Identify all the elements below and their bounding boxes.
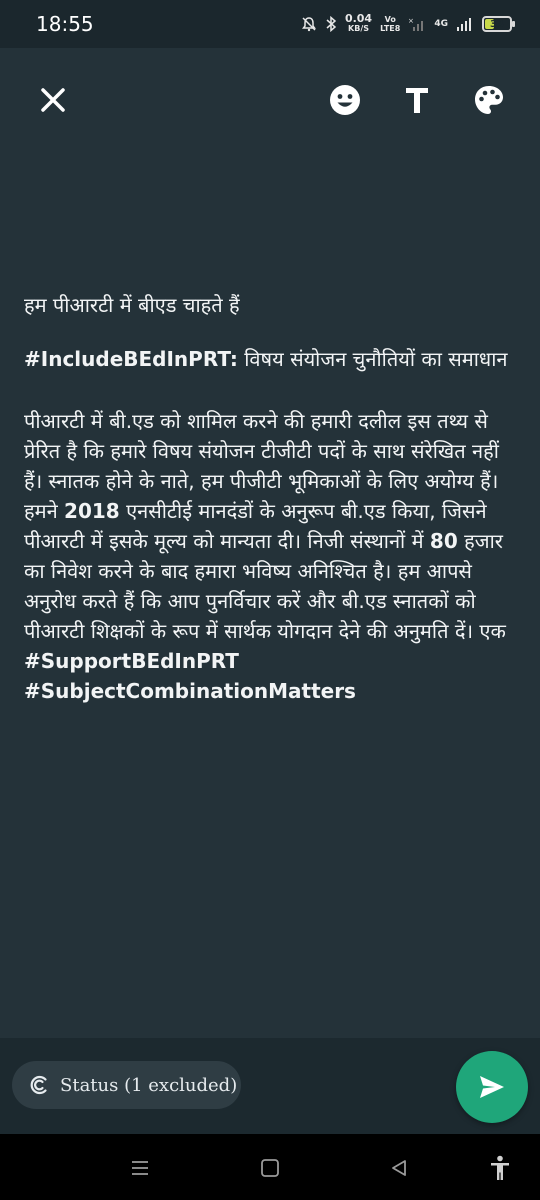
body-year: 2018 xyxy=(64,499,120,523)
editor-toolbar xyxy=(0,48,540,152)
hashtag-2: #SubjectCombinationMatters xyxy=(24,679,356,703)
status-body: पीआरटी में बी.एड को शामिल करने की हमारी … xyxy=(24,406,520,646)
status-audience-chip[interactable]: Status (1 excluded) xyxy=(12,1061,241,1109)
send-button[interactable] xyxy=(456,1051,528,1123)
accessibility-button[interactable] xyxy=(482,1150,518,1186)
emoji-icon xyxy=(330,85,360,115)
mute-icon xyxy=(301,16,317,32)
nav-recents-button[interactable] xyxy=(122,1150,158,1186)
hashtag-heading: #IncludeBEdInPRT: xyxy=(24,347,238,371)
hashtag-1: #SupportBEdInPRT xyxy=(24,649,239,673)
volte-top: Vo xyxy=(384,15,396,24)
system-navigation-bar xyxy=(0,1134,540,1200)
back-triangle-icon xyxy=(392,1160,406,1176)
network-type-label: 4G xyxy=(434,19,448,29)
signal-icon: × xyxy=(408,16,426,32)
battery-level: 33 xyxy=(490,18,504,30)
clock: 18:55 xyxy=(36,12,94,36)
status-title: हम पीआरटी में बीएड चाहते हैं xyxy=(24,293,240,317)
subtitle-text: विषय संयोजन चुनौतियों का समाधान xyxy=(237,347,508,371)
close-button[interactable] xyxy=(31,78,75,122)
nav-home-button[interactable] xyxy=(252,1150,288,1186)
bluetooth-icon xyxy=(325,16,337,32)
color-palette-icon xyxy=(475,86,503,114)
net-speed-unit: KB/S xyxy=(348,24,369,33)
menu-icon xyxy=(132,1161,148,1175)
net-speed-value: 0.04 xyxy=(344,12,373,25)
network-type: 4G xyxy=(434,19,448,29)
svg-text:×: × xyxy=(408,17,414,25)
home-square-icon xyxy=(261,1159,279,1177)
nav-back-button[interactable] xyxy=(381,1150,417,1186)
accessibility-icon xyxy=(491,1155,509,1180)
status-subtitle: #IncludeBEdInPRT: विषय संयोजन चुनौतियों … xyxy=(24,344,520,374)
battery-icon: 33 xyxy=(482,16,515,32)
signal-strength-icon xyxy=(456,16,474,32)
emoji-button[interactable] xyxy=(323,78,367,122)
volte-bottom: LTE8 xyxy=(380,24,401,33)
audience-label: Status (1 excluded) xyxy=(60,1074,238,1096)
color-palette-button[interactable] xyxy=(467,78,511,122)
send-icon xyxy=(480,1076,504,1098)
volte-indicator: Vo LTE8 xyxy=(380,15,400,33)
status-text-area[interactable]: हम पीआरटी में बीएड चाहते हैं #IncludeBEd… xyxy=(24,290,520,706)
audience-icon xyxy=(30,1075,47,1095)
net-speed: 0.04 KB/S xyxy=(344,12,373,34)
status-icons: 0.04 KB/S Vo LTE8 × 4G 33 xyxy=(301,10,515,38)
system-status-bar: 18:55 0.04 KB/S Vo LTE8 × 4G 33 xyxy=(0,0,540,48)
text-style-icon xyxy=(406,88,428,113)
body-amount: 80 xyxy=(429,529,458,553)
text-style-button[interactable] xyxy=(395,78,439,122)
close-icon xyxy=(41,88,65,112)
